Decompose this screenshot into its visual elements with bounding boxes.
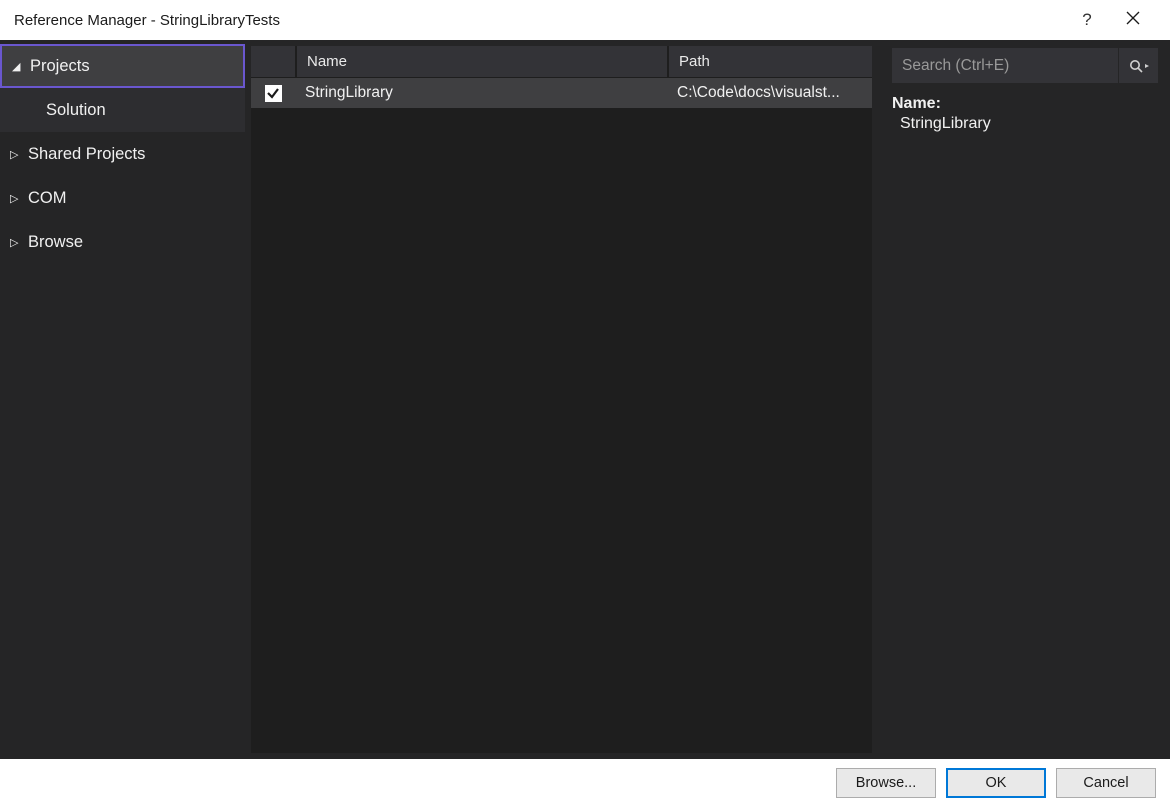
chevron-right-icon: ▷ [10, 192, 24, 205]
sidebar-label-shared: Shared Projects [28, 145, 145, 164]
search-input[interactable] [892, 48, 1118, 83]
reference-grid: Name Path StringLibrary C:\Code\docs\vis… [251, 46, 872, 753]
sidebar-label-projects: Projects [30, 57, 90, 76]
details-pane: Name: StringLibrary [880, 40, 1170, 759]
sidebar-item-shared-projects[interactable]: ▷ Shared Projects [0, 132, 245, 176]
chevron-right-icon: ▷ [10, 148, 24, 161]
titlebar: Reference Manager - StringLibraryTests ? [0, 0, 1170, 40]
search-icon [1129, 59, 1149, 73]
dropdown-icon [1145, 64, 1149, 68]
table-row[interactable]: StringLibrary C:\Code\docs\visualst... [251, 78, 872, 108]
sidebar-item-browse[interactable]: ▷ Browse [0, 220, 245, 264]
col-header-name[interactable]: Name [295, 46, 667, 77]
window-title: Reference Manager - StringLibraryTests [14, 12, 280, 29]
search-button[interactable] [1118, 48, 1158, 83]
cell-path: C:\Code\docs\visualst... [667, 78, 872, 108]
sidebar-label-solution: Solution [46, 101, 106, 120]
sidebar-label-com: COM [28, 189, 67, 208]
help-button[interactable]: ? [1064, 10, 1110, 30]
sidebar-label-browse: Browse [28, 233, 83, 252]
browse-button[interactable]: Browse... [836, 768, 936, 798]
sidebar-item-solution[interactable]: Solution [0, 88, 245, 132]
col-header-path[interactable]: Path [667, 46, 872, 77]
chevron-down-icon: ◢ [12, 60, 26, 73]
details-name-label: Name: [892, 95, 1158, 113]
chevron-right-icon: ▷ [10, 236, 24, 249]
sidebar: ◢ Projects Solution ▷ Shared Projects ▷ … [0, 40, 245, 759]
close-button[interactable] [1110, 11, 1156, 29]
row-checkbox[interactable] [265, 85, 282, 102]
cancel-button[interactable]: Cancel [1056, 768, 1156, 798]
sidebar-item-com[interactable]: ▷ COM [0, 176, 245, 220]
main-area: Name Path StringLibrary C:\Code\docs\vis… [245, 40, 1170, 759]
list-area: Name Path StringLibrary C:\Code\docs\vis… [245, 40, 880, 759]
dialog-body: ◢ Projects Solution ▷ Shared Projects ▷ … [0, 40, 1170, 759]
col-header-check [251, 46, 295, 77]
sidebar-item-projects[interactable]: ◢ Projects [0, 44, 245, 88]
dialog-footer: Browse... OK Cancel [0, 759, 1170, 807]
ok-button[interactable]: OK [946, 768, 1046, 798]
details-name-value: StringLibrary [892, 115, 1158, 133]
grid-header: Name Path [251, 46, 872, 78]
cell-name: StringLibrary [295, 78, 667, 108]
